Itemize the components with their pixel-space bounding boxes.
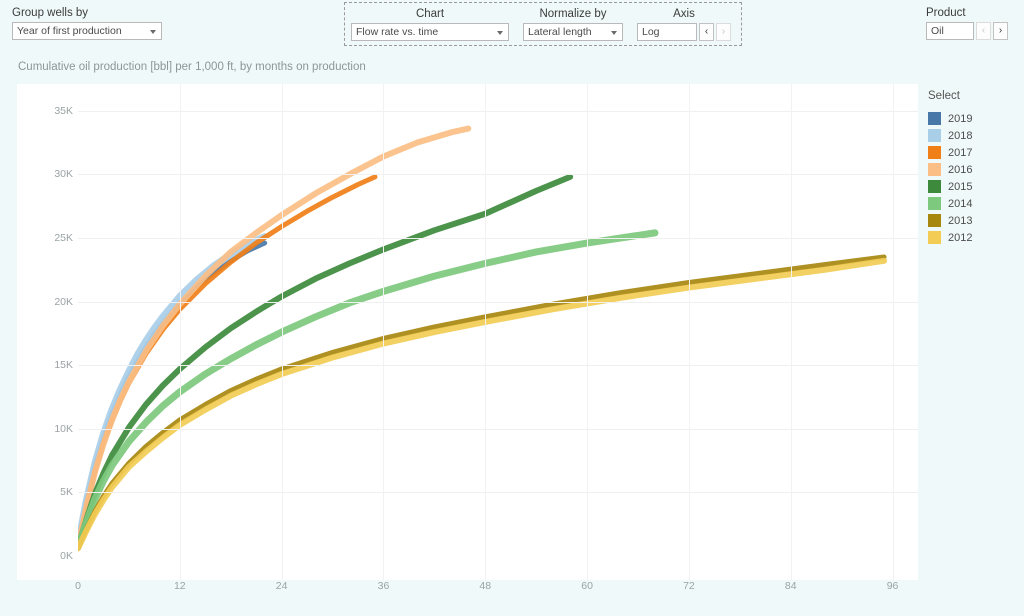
chart-plot-area: 0K 5K 10K 15K 20K 25K 30K 35K [17, 84, 918, 580]
legend-item[interactable]: 2016 [928, 161, 1018, 178]
chart-series-layer [78, 125, 888, 552]
y-axis-tick-label: 5K [60, 486, 73, 499]
plot-inner: 0K 5K 10K 15K 20K 25K 30K 35K [17, 84, 918, 580]
gridline-vertical [688, 84, 690, 580]
group-wells-select[interactable]: Year of first production [12, 22, 162, 40]
group-wells-label: Group wells by [12, 7, 89, 19]
chart-type-value: Flow rate vs. time [356, 26, 439, 38]
product-next-button[interactable]: › [993, 22, 1008, 40]
legend-item[interactable]: 2019 [928, 110, 1018, 127]
legend-item-label: 2014 [948, 197, 973, 210]
legend-item-label: 2012 [948, 231, 973, 244]
y-axis-tick-label: 0K [60, 550, 73, 562]
chart-title: Cumulative oil production [bbl] per 1,00… [18, 61, 366, 73]
legend-color-swatch [928, 129, 941, 142]
legend-item[interactable]: 2013 [928, 212, 1018, 229]
axis-scale-value[interactable]: Log [637, 23, 697, 41]
y-axis-tick-label: 10K [54, 422, 73, 435]
axis-prev-button[interactable]: ‹ [699, 23, 714, 41]
legend-items: 2019 2018 2017 2016 2015 2014 2013 2012 [928, 110, 1018, 246]
product-prev-button[interactable]: ‹ [976, 22, 991, 40]
gridline-vertical [587, 84, 589, 580]
gridline-horizontal [78, 301, 918, 303]
x-axis-tick-label: 84 [784, 580, 797, 592]
legend-color-swatch [928, 146, 941, 159]
x-axis: 0 12 24 36 48 60 72 84 96 [17, 580, 918, 602]
x-axis-tick-label: 36 [377, 580, 390, 592]
normalize-by-value: Lateral length [528, 26, 592, 38]
legend-color-swatch [928, 163, 941, 176]
legend-item-label: 2016 [948, 163, 973, 176]
normalize-by-control: Normalize by Lateral length [523, 7, 623, 45]
product-spinner: Oil ‹ › [926, 22, 1008, 40]
x-axis-tick-label: 96 [886, 580, 899, 592]
legend-title: Select [928, 90, 960, 102]
legend-color-swatch [928, 197, 941, 210]
x-axis-tick-label: 0 [75, 580, 81, 592]
gridline-horizontal [78, 492, 918, 494]
x-axis-tick-label: 60 [581, 580, 593, 592]
chevron-down-icon [150, 29, 156, 34]
series-line-2014 [78, 229, 659, 551]
legend-color-swatch [928, 112, 941, 125]
legend-item[interactable]: 2015 [928, 178, 1018, 195]
x-axis-tick-label: 24 [275, 580, 288, 592]
product-label: Product [926, 7, 966, 19]
gridline-vertical [281, 84, 283, 580]
chart-type-control: Chart Flow rate vs. time [351, 7, 509, 45]
legend-color-swatch [928, 231, 941, 244]
legend-item-label: 2018 [948, 129, 973, 142]
y-axis-tick-label: 20K [54, 295, 73, 308]
x-axis-tick-label: 12 [173, 580, 186, 592]
y-axis-tick-label: 35K [54, 104, 73, 117]
gridline-vertical [179, 84, 181, 580]
gridline-vertical [383, 84, 385, 580]
normalize-by-label: Normalize by [539, 8, 607, 20]
axis-scale-label: Axis [673, 8, 695, 20]
y-axis-tick-label: 25K [54, 231, 73, 244]
gridline-horizontal [78, 237, 918, 239]
legend-item-label: 2019 [948, 112, 973, 125]
x-axis-tick-label: 48 [479, 580, 492, 592]
legend-item[interactable]: 2017 [928, 144, 1018, 161]
chevron-down-icon [611, 30, 617, 35]
chart-options-panel: Chart Flow rate vs. time Normalize by La… [344, 2, 742, 46]
axis-next-button[interactable]: › [716, 23, 731, 41]
product-value[interactable]: Oil [926, 22, 974, 40]
gridline-vertical [892, 84, 894, 580]
gridline-horizontal [78, 365, 918, 367]
group-wells-value: Year of first production [17, 25, 122, 37]
y-axis-tick-label: 15K [54, 359, 73, 372]
chevron-down-icon [497, 30, 503, 35]
product-control: Product Oil ‹ › [926, 6, 1008, 40]
group-wells-control: Group wells by Year of first production [12, 6, 162, 40]
legend-item-label: 2015 [948, 180, 973, 193]
legend: Select 2019 2018 2017 2016 2015 2014 2013 2012 [928, 90, 1018, 246]
y-axis-tick-label: 30K [54, 168, 73, 181]
gridline-vertical [485, 84, 487, 580]
axis-scale-control: Axis Log ‹ › [637, 7, 731, 45]
toolbar: Group wells by Year of first production … [0, 0, 1024, 48]
axis-scale-spinner: Log ‹ › [637, 23, 731, 41]
legend-color-swatch [928, 214, 941, 227]
gridline-horizontal [78, 110, 918, 112]
normalize-by-select[interactable]: Lateral length [523, 23, 623, 41]
legend-item[interactable]: 2014 [928, 195, 1018, 212]
chart-type-label: Chart [415, 8, 445, 20]
gridline-vertical [790, 84, 792, 580]
x-axis-tick-label: 72 [683, 580, 695, 592]
legend-item[interactable]: 2012 [928, 229, 1018, 246]
gridline-horizontal [78, 428, 918, 430]
series-line-2012 [78, 257, 888, 552]
legend-item[interactable]: 2018 [928, 127, 1018, 144]
legend-item-label: 2013 [948, 214, 973, 227]
legend-item-label: 2017 [948, 146, 973, 159]
legend-color-swatch [928, 180, 941, 193]
gridline-horizontal [78, 174, 918, 176]
chart-type-select[interactable]: Flow rate vs. time [351, 23, 509, 41]
